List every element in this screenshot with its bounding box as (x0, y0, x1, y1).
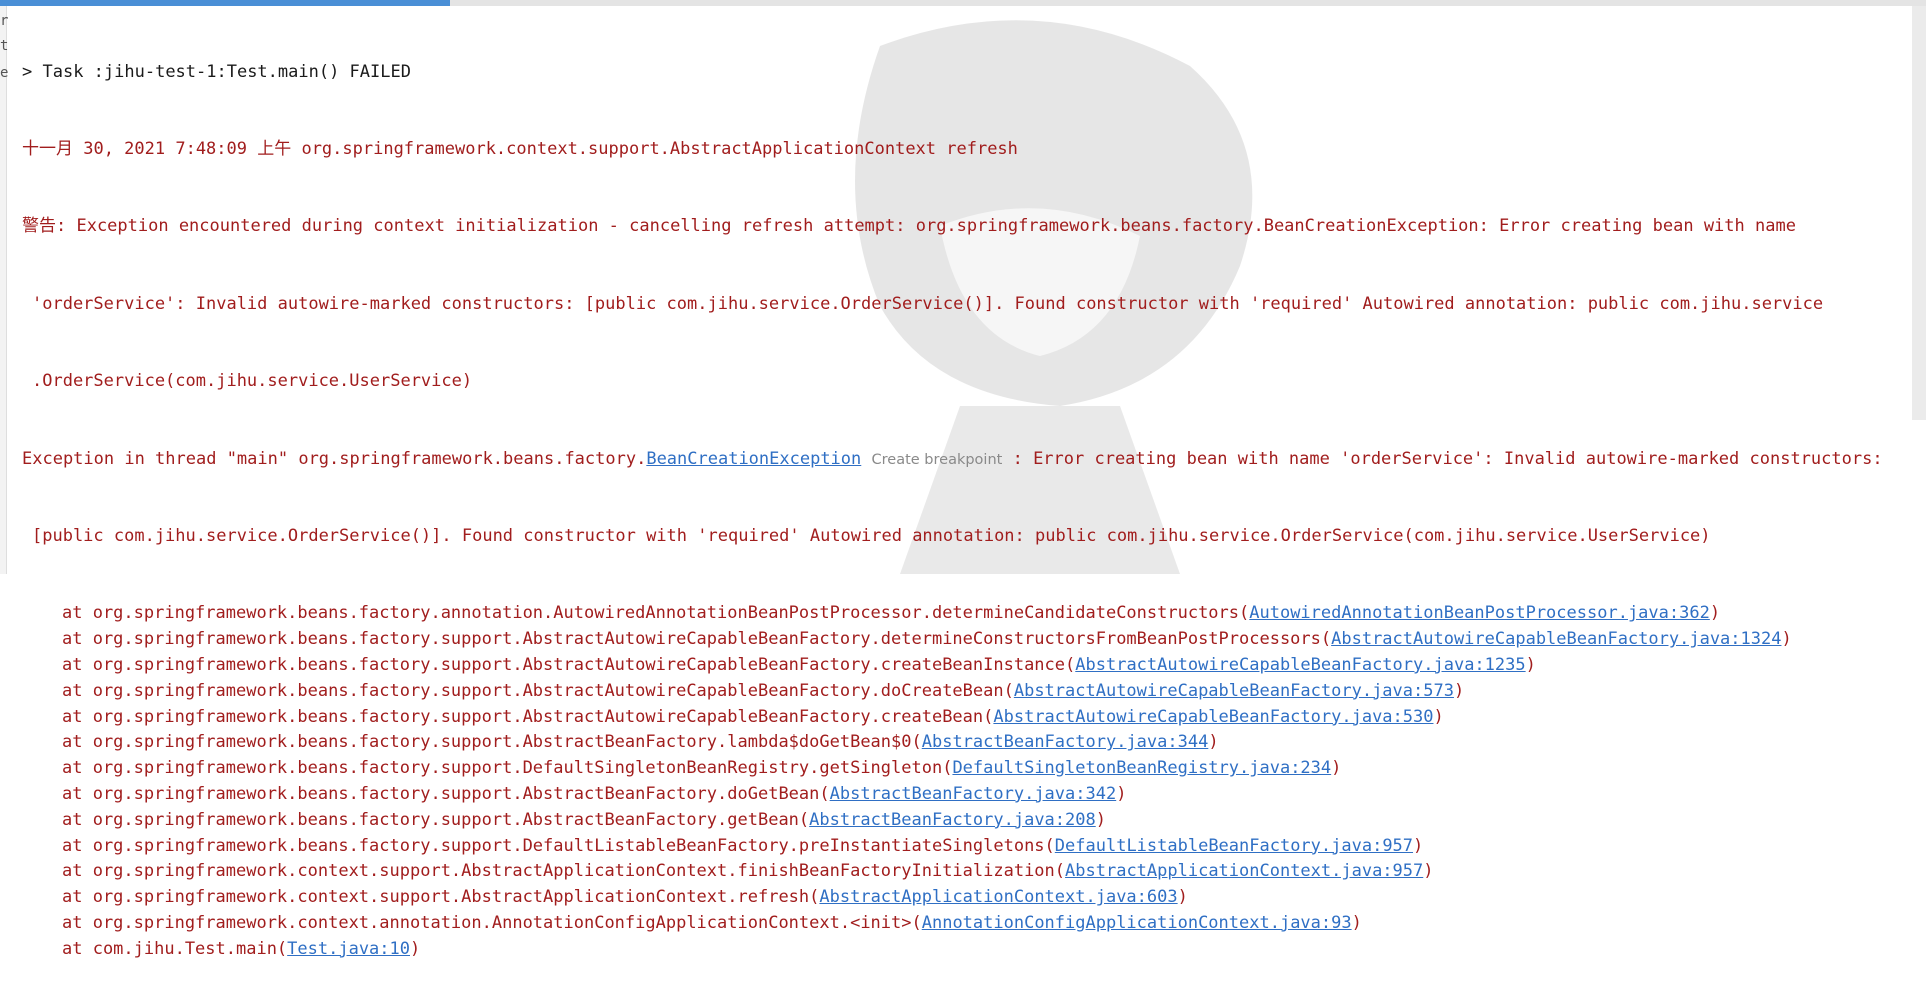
stack-frame: at org.springframework.beans.factory.sup… (22, 756, 1910, 782)
warning-line: 警告: Exception encountered during context… (22, 216, 1796, 237)
stack-frame-method: at org.springframework.beans.factory.sup… (62, 654, 1076, 675)
stack-frame-method: at org.springframework.beans.factory.sup… (62, 706, 994, 727)
source-file-link[interactable]: AbstractBeanFactory.java:342 (830, 784, 1117, 804)
stack-frame-suffix: ) (1709, 603, 1721, 624)
stack-frame-method: at org.springframework.beans.factory.sup… (62, 835, 1055, 856)
gutter-glyph: t (0, 38, 9, 54)
stack-frame-suffix: ) (1177, 887, 1188, 908)
exception-message: : Error creating bean with name 'orderSe… (1012, 448, 1883, 469)
stack-frame: at org.springframework.context.support.A… (22, 859, 1910, 885)
exception-prefix: Exception in thread "main" org.springfra… (22, 448, 647, 469)
stack-frame-suffix: ) (1781, 629, 1792, 650)
stack-frame-suffix: ) (1423, 861, 1434, 882)
source-file-link[interactable]: AbstractApplicationContext.java:603 (819, 887, 1177, 907)
stack-frame: at org.springframework.context.annotatio… (22, 911, 1910, 937)
stack-frame-suffix: ) (1433, 706, 1444, 727)
progress-bar-fill (0, 0, 450, 6)
stack-frame: at org.springframework.beans.factory.sup… (22, 782, 1910, 808)
gutter-glyph: e (0, 65, 9, 81)
vertical-scrollbar-thumb[interactable] (1912, 6, 1926, 420)
stack-frame-suffix: ) (1413, 835, 1424, 856)
stack-frame-method: at org.springframework.context.support.A… (62, 887, 820, 908)
stack-frame: at org.springframework.beans.factory.sup… (22, 705, 1910, 731)
stack-frame: at org.springframework.beans.factory.sup… (22, 653, 1910, 679)
stack-frame: at com.jihu.Test.main(Test.java:10) (22, 937, 1910, 963)
source-file-link[interactable]: AbstractBeanFactory.java:208 (809, 810, 1096, 830)
source-file-link[interactable]: AbstractAutowireCapableBeanFactory.java:… (1014, 681, 1454, 701)
source-file-link[interactable]: AbstractAutowireCapableBeanFactory.java:… (993, 707, 1433, 727)
stack-frame-method: at org.springframework.beans.factory.sup… (62, 732, 922, 753)
source-file-link[interactable]: AnnotationConfigApplicationContext.java:… (922, 913, 1352, 933)
expand-chevron-icon[interactable]: > (22, 62, 32, 82)
warning-line: 'orderService': Invalid autowire-marked … (32, 293, 1824, 314)
warning-line: .OrderService(com.jihu.service.UserServi… (32, 371, 473, 392)
stack-frame: at org.springframework.beans.factory.sup… (22, 834, 1910, 860)
stack-frame-suffix: ) (1525, 654, 1536, 675)
source-file-link[interactable]: AbstractApplicationContext.java:957 (1065, 861, 1423, 881)
stack-frame-suffix: ) (1331, 758, 1342, 779)
stack-frame-method: at org.springframework.context.support.A… (62, 861, 1066, 882)
source-file-link[interactable]: AbstractAutowireCapableBeanFactory.java:… (1331, 629, 1781, 649)
stack-frame: at org.springframework.beans.factory.sup… (22, 627, 1910, 653)
task-status-text: Task :jihu-test-1:Test.main() FAILED (42, 61, 411, 82)
stack-frame-method: at com.jihu.Test.main( (62, 938, 288, 959)
stack-frame-method: at org.springframework.beans.factory.ann… (62, 603, 1250, 624)
stack-frame-suffix: ) (1351, 912, 1362, 933)
exception-line: Exception in thread "main" org.springfra… (22, 447, 1910, 473)
progress-bar (0, 0, 1926, 6)
stack-frame-method: at org.springframework.beans.factory.sup… (62, 629, 1332, 650)
exception-class-link[interactable]: BeanCreationException (646, 449, 861, 469)
stack-frame-suffix: ) (1453, 680, 1465, 701)
stack-frame-method: at org.springframework.beans.factory.sup… (62, 809, 810, 830)
stack-frame-method: at org.springframework.beans.factory.sup… (62, 783, 830, 804)
source-file-link[interactable]: AutowiredAnnotationBeanPostProcessor.jav… (1249, 603, 1710, 623)
stack-frame: at org.springframework.context.support.A… (22, 885, 1910, 911)
stack-trace: at org.springframework.beans.factory.ann… (22, 601, 1910, 962)
source-file-link[interactable]: AbstractBeanFactory.java:344 (922, 732, 1209, 752)
source-file-link[interactable]: Test.java:10 (287, 939, 410, 959)
gutter-glyph: r (0, 13, 9, 29)
stack-frame-suffix: ) (1208, 732, 1219, 753)
stack-frame: at org.springframework.beans.factory.sup… (22, 730, 1910, 756)
source-file-link[interactable]: DefaultListableBeanFactory.java:957 (1055, 836, 1413, 856)
stack-frame-method: at org.springframework.beans.factory.sup… (62, 680, 1014, 701)
task-header-line[interactable]: > Task :jihu-test-1:Test.main() FAILED (22, 60, 1910, 86)
run-console-output[interactable]: > Task :jihu-test-1:Test.main() FAILED 十… (22, 8, 1910, 988)
stack-frame-method: at org.springframework.beans.factory.sup… (62, 758, 953, 779)
timestamp-line: 十一月 30, 2021 7:48:09 上午 org.springframew… (22, 138, 1018, 159)
stack-frame: at org.springframework.beans.factory.ann… (22, 601, 1910, 627)
exception-continuation: [public com.jihu.service.OrderService()]… (32, 525, 1711, 546)
stack-frame-suffix: ) (1116, 783, 1127, 804)
create-breakpoint-link[interactable]: Create breakpoint (872, 452, 1003, 468)
stack-frame-suffix: ) (1095, 809, 1106, 830)
source-file-link[interactable]: DefaultSingletonBeanRegistry.java:234 (952, 758, 1331, 778)
stack-frame: at org.springframework.beans.factory.sup… (22, 679, 1910, 705)
left-gutter: r t e (0, 6, 9, 574)
stack-frame-method: at org.springframework.context.annotatio… (62, 912, 922, 933)
source-file-link[interactable]: AbstractAutowireCapableBeanFactory.java:… (1075, 655, 1525, 675)
stack-frame-suffix: ) (410, 938, 421, 959)
stack-frame: at org.springframework.beans.factory.sup… (22, 808, 1910, 834)
